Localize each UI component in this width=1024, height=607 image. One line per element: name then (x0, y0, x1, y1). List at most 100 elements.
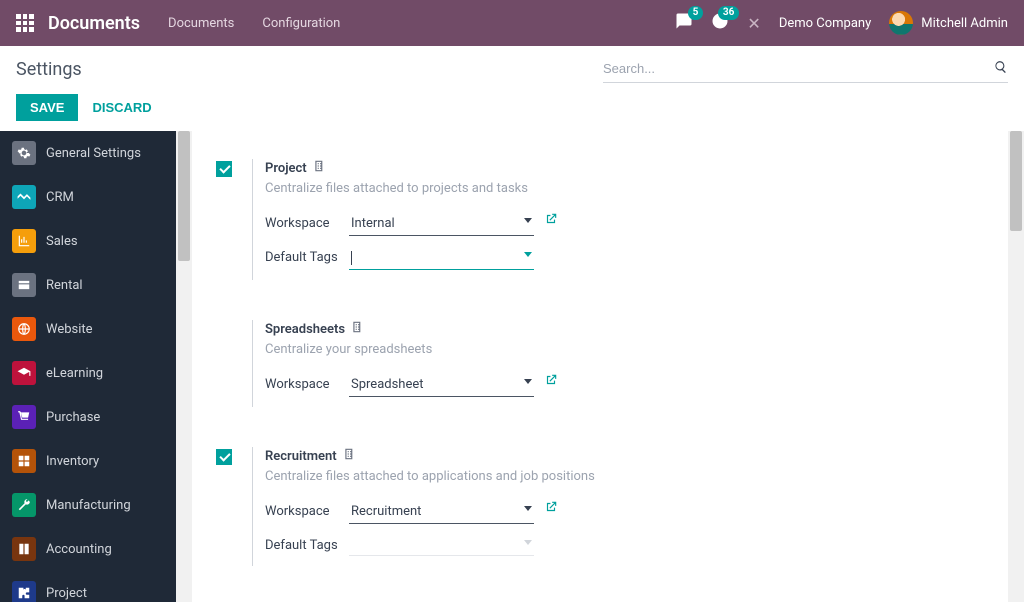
sidebar-item-label: Accounting (46, 542, 112, 557)
chevron-down-icon (524, 540, 532, 545)
nav-configuration[interactable]: Configuration (262, 16, 340, 31)
scrollbar-thumb[interactable] (178, 131, 190, 261)
discard-button[interactable]: DISCARD (92, 100, 151, 115)
nav-documents[interactable]: Documents (168, 16, 234, 31)
spreadsheets-workspace-select[interactable]: Spreadsheet (349, 373, 534, 397)
user-name: Mitchell Admin (921, 16, 1008, 31)
search-input[interactable] (603, 55, 994, 82)
close-tray-icon[interactable]: ✕ (747, 14, 760, 33)
sidebar-item-label: Sales (46, 234, 78, 249)
select-value: Spreadsheet (351, 377, 424, 392)
cart-icon (12, 405, 36, 429)
user-menu[interactable]: Mitchell Admin (889, 11, 1008, 35)
sidebar-item-label: General Settings (46, 146, 141, 161)
sidebar-item-label: Rental (46, 278, 83, 293)
setting-project: Project Centralize files attached to pro… (216, 159, 984, 280)
setting-title: Project (265, 161, 307, 176)
select-value: Internal (351, 216, 395, 231)
search-box[interactable] (603, 55, 1008, 83)
sidebar-item-label: eLearning (46, 366, 103, 381)
messages-button[interactable]: 5 (675, 12, 693, 34)
company-switcher[interactable]: Demo Company (779, 16, 871, 31)
avatar (889, 11, 913, 35)
sidebar-item-project[interactable]: Project (0, 571, 176, 602)
text-cursor (351, 251, 352, 265)
sidebar-item-label: Project (46, 586, 87, 601)
sidebar-item-label: Purchase (46, 410, 100, 425)
select-value: Recruitment (351, 504, 421, 519)
scrollbar-thumb[interactable] (1010, 131, 1022, 231)
chart-icon (12, 229, 36, 253)
setting-desc: Centralize files attached to projects an… (265, 181, 984, 196)
setting-recruitment: Recruitment Centralize files attached to… (216, 447, 984, 566)
settings-sidebar: General Settings CRM Sales Rental Websit… (0, 131, 176, 602)
sidebar-item-website[interactable]: Website (0, 307, 176, 351)
building-icon (351, 320, 365, 338)
page-title: Settings (16, 59, 82, 80)
sidebar-item-purchase[interactable]: Purchase (0, 395, 176, 439)
search-icon[interactable] (994, 60, 1008, 78)
setting-spreadsheets: Spreadsheets Centralize your spreadsheet… (216, 320, 984, 407)
sidebar-item-label: CRM (46, 190, 74, 205)
recruitment-tags-select[interactable] (349, 534, 534, 556)
project-checkbox[interactable] (216, 161, 232, 177)
sidebar-scrollbar[interactable] (176, 131, 192, 602)
boxes-icon (12, 449, 36, 473)
recruitment-workspace-select[interactable]: Recruitment (349, 500, 534, 524)
sidebar-item-inventory[interactable]: Inventory (0, 439, 176, 483)
gear-icon (12, 141, 36, 165)
chevron-down-icon (524, 506, 532, 511)
topbar: Documents Documents Configuration 5 36 ✕… (0, 0, 1024, 46)
external-link-icon[interactable] (544, 500, 558, 518)
recruitment-checkbox[interactable] (216, 449, 232, 465)
graduation-icon (12, 361, 36, 385)
key-icon (12, 273, 36, 297)
sidebar-item-crm[interactable]: CRM (0, 175, 176, 219)
chat-icon (675, 19, 693, 34)
activities-button[interactable]: 36 (711, 12, 729, 34)
apps-launcher-icon[interactable] (16, 14, 34, 32)
sidebar-item-sales[interactable]: Sales (0, 219, 176, 263)
sidebar-item-rental[interactable]: Rental (0, 263, 176, 307)
subheader: Settings (0, 46, 1024, 92)
setting-title: Recruitment (265, 449, 337, 464)
project-tags-select[interactable] (349, 246, 534, 270)
handshake-icon (12, 185, 36, 209)
sidebar-item-manufacturing[interactable]: Manufacturing (0, 483, 176, 527)
sidebar-item-general-settings[interactable]: General Settings (0, 131, 176, 175)
content-scrollbar[interactable] (1008, 131, 1024, 602)
external-link-icon[interactable] (544, 373, 558, 391)
top-nav: Documents Configuration (168, 16, 340, 31)
workspace-label: Workspace (265, 212, 349, 231)
action-toolbar: SAVE DISCARD (0, 92, 1024, 131)
sidebar-item-label: Inventory (46, 454, 99, 469)
wrench-icon (12, 493, 36, 517)
building-icon (343, 447, 357, 465)
puzzle-icon (12, 581, 36, 602)
tags-label: Default Tags (265, 246, 349, 265)
sidebar-item-accounting[interactable]: Accounting (0, 527, 176, 571)
save-button[interactable]: SAVE (16, 94, 78, 121)
chevron-down-icon (524, 218, 532, 223)
setting-desc: Centralize files attached to application… (265, 469, 984, 484)
sidebar-item-label: Website (46, 322, 93, 337)
external-link-icon[interactable] (544, 212, 558, 230)
globe-icon (12, 317, 36, 341)
body: General Settings CRM Sales Rental Websit… (0, 131, 1024, 602)
sidebar-item-elearning[interactable]: eLearning (0, 351, 176, 395)
workspace-label: Workspace (265, 500, 349, 519)
building-icon (313, 159, 327, 177)
clock-icon (711, 19, 729, 34)
app-brand: Documents (48, 13, 140, 34)
settings-content: Project Centralize files attached to pro… (192, 131, 1008, 602)
chevron-down-icon (524, 252, 532, 257)
messages-badge: 5 (688, 6, 704, 20)
workspace-label: Workspace (265, 373, 349, 392)
sidebar-item-label: Manufacturing (46, 498, 131, 513)
chevron-down-icon (524, 379, 532, 384)
setting-desc: Centralize your spreadsheets (265, 342, 984, 357)
book-icon (12, 537, 36, 561)
setting-title: Spreadsheets (265, 322, 345, 337)
project-workspace-select[interactable]: Internal (349, 212, 534, 236)
tags-label: Default Tags (265, 534, 349, 553)
